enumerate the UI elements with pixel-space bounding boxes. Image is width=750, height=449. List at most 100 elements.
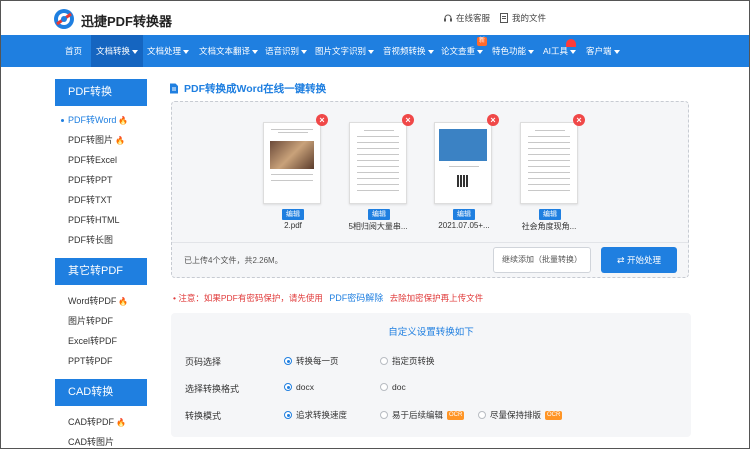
nav-client[interactable]: 客户端 xyxy=(586,35,620,67)
file-thumbnail[interactable]: × xyxy=(434,114,499,204)
nav-document-process[interactable]: 文档处理 xyxy=(147,35,190,67)
radio-icon xyxy=(478,411,486,419)
my-files-link[interactable]: 我的文件 xyxy=(499,12,546,24)
option-convert-specific-pages[interactable]: 指定页转换 xyxy=(380,355,435,367)
edit-button[interactable]: 编辑 xyxy=(368,209,390,220)
file-thumbnail[interactable]: × xyxy=(520,114,585,204)
page-title-text: PDF转换成Word在线一键转换 xyxy=(184,83,327,95)
sidebar-item-pdf-to-excel[interactable]: PDF转Excel xyxy=(55,150,147,170)
option-easy-edit[interactable]: 易于后续编辑 OCR xyxy=(380,409,465,421)
file-thumbnail[interactable]: × xyxy=(263,114,328,204)
refresh-icon: ⇄ xyxy=(617,255,625,265)
remove-file-icon[interactable]: × xyxy=(402,114,414,126)
flame-icon: 🔥 xyxy=(116,418,126,427)
nav-speech[interactable]: 语音识别 xyxy=(265,35,308,67)
nav-label: 文档文本翻译 xyxy=(199,46,251,56)
nav-label: 特色功能 xyxy=(492,46,527,56)
divider xyxy=(172,242,688,243)
sidebar-item-excel-to-pdf[interactable]: Excel转PDF xyxy=(55,331,147,351)
chevron-down-icon xyxy=(427,49,434,54)
option-doc[interactable]: doc xyxy=(380,382,406,392)
option-keep-layout[interactable]: 尽量保持排版 OCR xyxy=(478,409,563,421)
chevron-down-icon xyxy=(301,49,308,54)
sidebar-item-cad-to-image[interactable]: CAD转图片 xyxy=(55,432,147,449)
customer-service-link[interactable]: 在线客服 xyxy=(443,12,490,24)
chevron-down-icon xyxy=(477,49,484,54)
start-button-label: 开始处理 xyxy=(626,255,661,265)
radio-icon xyxy=(380,357,388,365)
sidebar-section-pdf-convert: PDF转换 xyxy=(55,79,147,106)
my-files-label: 我的文件 xyxy=(512,13,547,23)
nav-translate[interactable]: 文档文本翻译 xyxy=(199,35,259,67)
start-process-button[interactable]: ⇄ 开始处理 xyxy=(601,247,677,273)
sidebar-item-pdf-to-html[interactable]: PDF转HTML xyxy=(55,210,147,230)
edit-button[interactable]: 编辑 xyxy=(453,209,475,220)
chevron-down-icon xyxy=(570,49,577,54)
mode-label: 转换模式 xyxy=(185,411,222,421)
logo-icon[interactable] xyxy=(53,8,75,30)
radio-selected-icon xyxy=(284,383,292,391)
nav-label: 论文查重 xyxy=(441,46,476,56)
flame-icon: 🔥 xyxy=(118,116,129,125)
photo-thumbnail-image xyxy=(270,141,314,169)
sidebar-item-image-to-pdf[interactable]: 图片转PDF xyxy=(55,311,147,331)
top-header: 迅捷PDF转换器 在线客服 我的文件 xyxy=(1,1,749,35)
sidebar-item-pdf-to-word[interactable]: PDF转Word 🔥 xyxy=(55,110,147,130)
add-more-button[interactable]: 继续添加（批量转换） xyxy=(493,247,591,273)
option-label: 指定页转换 xyxy=(392,356,435,366)
nav-ocr[interactable]: 图片文字识别 xyxy=(315,35,375,67)
pdf-unlock-link[interactable]: PDF密码解除 xyxy=(329,293,383,303)
file-name: 5相归阅大量串... xyxy=(348,222,408,231)
edit-button[interactable]: 编辑 xyxy=(282,209,304,220)
remove-file-icon[interactable]: × xyxy=(487,114,499,126)
sidebar-item-label: PDF转Word xyxy=(68,115,117,125)
option-label: doc xyxy=(392,382,406,392)
radio-icon xyxy=(380,383,388,391)
page-selection-label: 页码选择 xyxy=(185,357,222,367)
password-notice: • 注意：如果PDF有密码保护，请先使用 PDF密码解除 去除加密保护再上传文件 xyxy=(173,291,483,304)
option-convert-all-pages[interactable]: 转换每一页 xyxy=(284,355,339,367)
format-label: 选择转换格式 xyxy=(185,384,240,394)
sidebar-item-label: PDF转图片 xyxy=(68,135,114,145)
sidebar-item-pdf-to-ppt[interactable]: PDF转PPT xyxy=(55,170,147,190)
option-label: 尽量保持排版 xyxy=(490,410,542,420)
upload-area[interactable]: × 编辑 2.pdf × 编辑 5相归阅大量串... × 编辑 2021.07.… xyxy=(171,101,689,278)
radio-icon xyxy=(380,411,388,419)
hot-badge-icon xyxy=(566,39,576,47)
sidebar: PDF转换 PDF转Word 🔥 PDF转图片 🔥 PDF转Excel PDF转PP… xyxy=(55,79,147,449)
sidebar-section-other-to-pdf: 其它转PDF xyxy=(55,258,147,285)
sidebar-item-ppt-to-pdf[interactable]: PPT转PDF xyxy=(55,351,147,371)
file-thumbnail[interactable]: × xyxy=(349,114,414,204)
ocr-badge: OCR xyxy=(545,410,563,420)
page-title: PDF转换成Word在线一键转换 xyxy=(169,81,326,96)
nav-features[interactable]: 特色功能 xyxy=(492,35,535,67)
chevron-down-icon xyxy=(252,49,259,54)
option-label: docx xyxy=(296,382,314,392)
sidebar-item-word-to-pdf[interactable]: Word转PDF 🔥 xyxy=(55,291,147,311)
upload-summary: 已上传4个文件，共2.26M。 xyxy=(184,256,283,265)
option-label: 转换每一页 xyxy=(296,356,339,366)
nav-label: 音视频转换 xyxy=(383,46,426,56)
option-docx[interactable]: docx xyxy=(284,382,314,392)
remove-file-icon[interactable]: × xyxy=(316,114,328,126)
chevron-down-icon xyxy=(528,49,535,54)
nav-home[interactable]: 首页 xyxy=(59,35,88,67)
remove-file-icon[interactable]: × xyxy=(573,114,585,126)
chevron-down-icon xyxy=(132,49,139,54)
sidebar-item-cad-to-pdf[interactable]: CAD转PDF 🔥 xyxy=(55,412,147,432)
radio-selected-icon xyxy=(284,357,292,365)
option-label: 追求转换速度 xyxy=(296,410,348,420)
notice-suffix: 去除加密保护再上传文件 xyxy=(389,293,484,303)
sidebar-item-pdf-to-txt[interactable]: PDF转TXT xyxy=(55,190,147,210)
edit-button[interactable]: 编辑 xyxy=(539,209,561,220)
option-speed[interactable]: 追求转换速度 xyxy=(284,409,347,421)
nav-document-convert[interactable]: 文档转换 xyxy=(91,35,144,67)
sidebar-item-pdf-to-long-image[interactable]: PDF转长图 xyxy=(55,230,147,250)
nav-av-convert[interactable]: 音视频转换 xyxy=(383,35,434,67)
headset-icon xyxy=(444,14,452,22)
brand-name[interactable]: 迅捷PDF转换器 xyxy=(81,11,172,30)
chevron-down-icon xyxy=(368,49,375,54)
sidebar-item-pdf-to-image[interactable]: PDF转图片 🔥 xyxy=(55,130,147,150)
qr-code-icon xyxy=(457,175,469,187)
file-name: 社会角度现角... xyxy=(521,222,577,231)
